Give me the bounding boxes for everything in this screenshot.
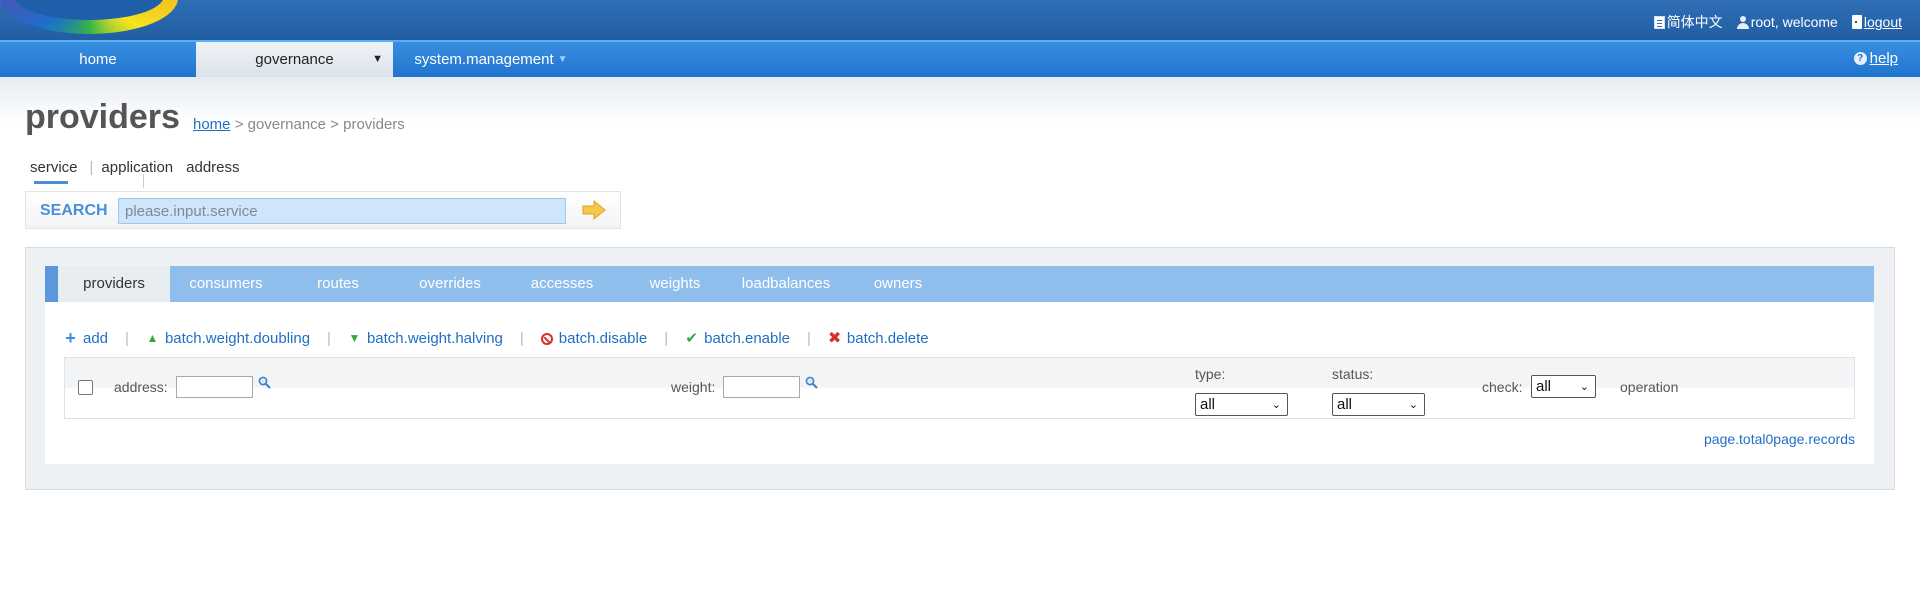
- providers-panel: providers consumers routes overrides acc…: [25, 247, 1895, 490]
- doubling-label: batch.weight.doubling: [164, 330, 311, 347]
- search-icon[interactable]: [805, 376, 818, 389]
- tab-accesses[interactable]: accesses: [506, 266, 618, 302]
- divider: |: [807, 330, 811, 347]
- plus-icon: +: [65, 328, 76, 348]
- tab-overrides[interactable]: overrides: [394, 266, 506, 302]
- caret-down-icon: ▼: [372, 53, 383, 65]
- chevron-down-icon: ⌄: [1271, 399, 1281, 411]
- status-label: status:: [1332, 366, 1374, 382]
- status-select[interactable]: all ⌄: [1332, 393, 1425, 416]
- nav-governance[interactable]: governance ▼: [196, 42, 393, 79]
- nav-system-management-label: system.management: [414, 51, 554, 68]
- tab-owners[interactable]: owners: [842, 266, 954, 302]
- check-label: check:: [1482, 379, 1523, 395]
- enable-label: batch.enable: [704, 330, 791, 347]
- divider: |: [89, 159, 94, 176]
- divider: |: [519, 330, 524, 347]
- add-button[interactable]: + add: [64, 328, 109, 348]
- halving-label: batch.weight.halving: [366, 330, 503, 347]
- tab-providers[interactable]: providers: [58, 266, 170, 302]
- language-switch[interactable]: 简体中文: [1653, 12, 1723, 32]
- subtab-application[interactable]: application: [101, 159, 181, 176]
- batch-weight-halving-button[interactable]: ▼ batch.weight.halving: [348, 330, 503, 347]
- help-icon: ?: [1853, 52, 1867, 65]
- weight-label: weight:: [671, 379, 716, 395]
- type-select[interactable]: all ⌄: [1195, 393, 1288, 416]
- top-header: 简体中文 root, welcome logout: [0, 0, 1920, 40]
- operation-header: operation: [1620, 379, 1679, 395]
- disable-label: batch.disable: [558, 330, 648, 347]
- arrow-up-icon: ▲: [146, 331, 159, 345]
- help-link[interactable]: help: [1870, 50, 1898, 67]
- tab-consumers[interactable]: consumers: [170, 266, 282, 302]
- type-value: all: [1200, 396, 1216, 413]
- logout[interactable]: logout: [1851, 14, 1902, 30]
- delete-label: batch.delete: [846, 330, 929, 347]
- caret-down-icon: ▼: [557, 54, 568, 65]
- arrow-right-icon[interactable]: [581, 199, 607, 221]
- search-icon[interactable]: [258, 376, 271, 389]
- breadcrumb-home[interactable]: home: [193, 116, 231, 133]
- batch-disable-button[interactable]: batch.disable: [540, 330, 648, 347]
- chevron-down-icon: ⌄: [1408, 399, 1418, 411]
- divider: |: [327, 330, 331, 347]
- pagination-info[interactable]: page.total0page.records: [1704, 431, 1855, 447]
- divider: [143, 174, 144, 188]
- logout-link[interactable]: logout: [1864, 14, 1902, 30]
- tab-routes[interactable]: routes: [282, 266, 394, 302]
- panel-inner: providers consumers routes overrides acc…: [45, 266, 1874, 464]
- breadcrumb: home > governance > providers: [193, 116, 405, 133]
- nav-system-management[interactable]: system.management ▼: [393, 42, 589, 79]
- search-type-tabs: service | application address: [30, 159, 248, 184]
- search-label: SEARCH: [40, 202, 108, 219]
- check-icon: ✔: [685, 330, 698, 347]
- chevron-down-icon: ⌄: [1579, 381, 1589, 393]
- language-link[interactable]: 简体中文: [1667, 12, 1723, 32]
- check-select[interactable]: all ⌄: [1531, 375, 1596, 398]
- weight-filter-input[interactable]: [723, 376, 800, 398]
- address-label: address:: [114, 379, 168, 395]
- breadcrumb-trail: > governance > providers: [230, 116, 405, 133]
- filter-header-row: address: weight: type: all ⌄ status: all…: [64, 357, 1855, 419]
- welcome-text: root, welcome: [1750, 14, 1838, 30]
- divider: |: [664, 330, 669, 347]
- batch-weight-doubling-button[interactable]: ▲ batch.weight.doubling: [146, 330, 310, 347]
- check-value: all: [1536, 378, 1552, 395]
- user-welcome: root, welcome: [1736, 14, 1838, 30]
- tab-loadbalances[interactable]: loadbalances: [730, 266, 842, 302]
- help[interactable]: ? help: [1853, 50, 1898, 67]
- search-box: SEARCH: [25, 191, 621, 229]
- governance-tabs: providers consumers routes overrides acc…: [45, 266, 1874, 302]
- divider: |: [125, 330, 129, 347]
- forbidden-icon: [540, 332, 553, 345]
- main-nav: home governance ▼ system.management ▼ ? h…: [0, 40, 1920, 79]
- logo: [0, 0, 178, 34]
- batch-actions: + add | ▲ batch.weight.doubling | ▼ batc…: [64, 328, 929, 348]
- nav-home[interactable]: home: [0, 42, 196, 79]
- select-all-checkbox[interactable]: [78, 380, 93, 395]
- status-value: all: [1337, 396, 1353, 413]
- nav-governance-label: governance: [255, 51, 334, 68]
- header-links: 简体中文 root, welcome logout: [1653, 12, 1902, 32]
- document-icon: [1653, 15, 1665, 29]
- address-filter-input[interactable]: [176, 376, 253, 398]
- search-input[interactable]: [118, 198, 566, 224]
- user-icon: [1736, 15, 1749, 29]
- batch-delete-button[interactable]: ✖ batch.delete: [828, 330, 929, 347]
- page-title: providers: [25, 98, 180, 136]
- subtab-service[interactable]: service: [30, 159, 86, 184]
- delete-icon: ✖: [827, 330, 842, 347]
- arrow-down-icon: ▼: [348, 331, 361, 345]
- subtab-address[interactable]: address: [186, 159, 247, 176]
- batch-enable-button[interactable]: ✔ batch.enable: [685, 330, 790, 347]
- type-label: type:: [1195, 366, 1226, 382]
- add-label: add: [83, 330, 109, 347]
- logout-icon: [1851, 15, 1862, 29]
- tab-weights[interactable]: weights: [619, 266, 731, 302]
